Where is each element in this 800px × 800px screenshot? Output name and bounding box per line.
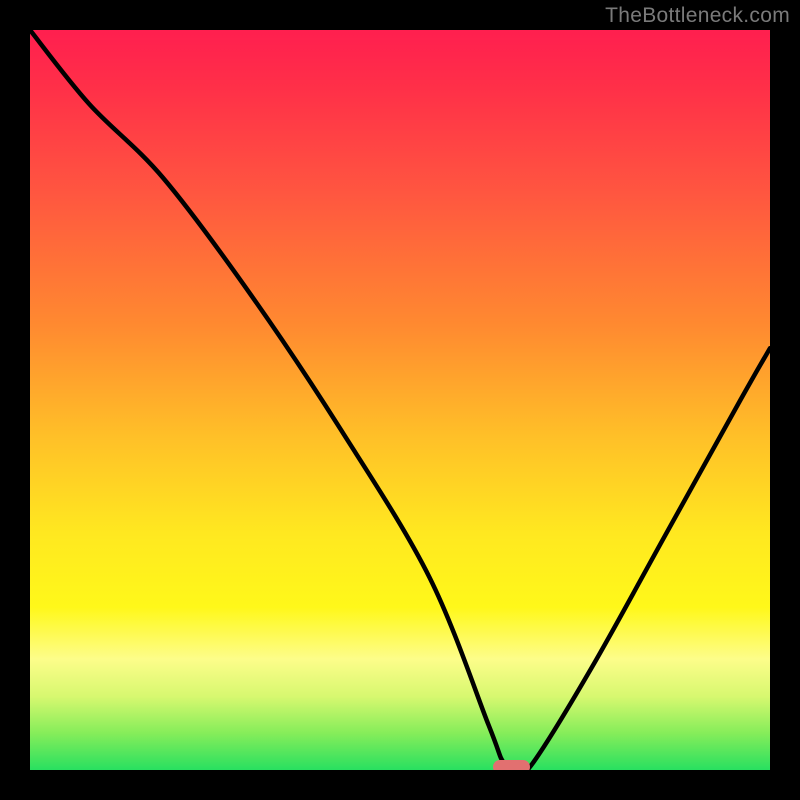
bottleneck-curve [30, 30, 770, 770]
optimal-marker [493, 760, 530, 770]
plot-area [30, 30, 770, 770]
watermark-text: TheBottleneck.com [605, 4, 790, 28]
chart-frame: TheBottleneck.com [0, 0, 800, 800]
